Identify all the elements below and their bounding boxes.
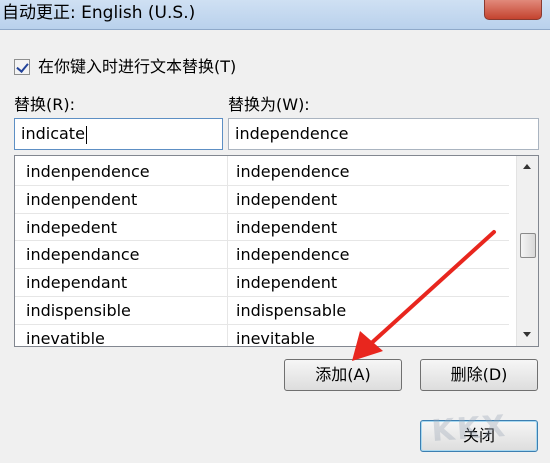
list-cell-replace: independance [26,245,140,265]
list-row[interactable]: indepedent independent [15,214,509,242]
delete-button[interactable]: 删除(D) [420,359,538,391]
replace-input[interactable]: indicate [14,118,223,150]
scroll-down-arrow-icon[interactable] [517,325,538,345]
list-cell-with: independence [236,245,350,265]
text-cursor [85,125,87,144]
replace-input-value: indicate [21,124,85,143]
window-title: 自动更正: English (U.S.) [2,3,196,23]
watermark-logo: KKX [430,408,509,450]
title-bar: 自动更正: English (U.S.) [0,0,550,30]
list-row[interactable]: indispensible indispensable [15,297,509,325]
add-button[interactable]: 添加(A) [284,359,402,391]
scroll-up-arrow-icon[interactable] [517,157,538,177]
with-input[interactable]: independence [228,118,539,150]
scrollbar-thumb[interactable] [520,233,536,258]
list-cell-replace: indenpendence [26,162,150,181]
with-input-value: independence [235,124,349,143]
list-cell-with: independent [236,273,338,293]
list-cell-with: independent [236,217,338,237]
list-cell-with: independence [236,162,350,181]
list-row[interactable]: independant independent [15,269,509,297]
vertical-scrollbar[interactable] [516,156,538,346]
list-cell-with: independent [236,189,338,209]
list-cell-replace: independant [26,273,128,293]
replace-as-you-type-checkbox[interactable] [14,59,30,75]
list-cell-replace: indenpendent [26,189,138,209]
replace-label: 替换(R): [14,95,75,114]
with-label: 替换为(W): [228,95,310,114]
window-close-button[interactable] [484,0,542,20]
list-row[interactable]: independance independence [15,241,509,270]
list-cell-replace: inevatible [26,328,105,347]
replace-as-you-type-label: 在你键入时进行文本替换(T) [38,57,237,76]
list-row[interactable]: inevatible inevitable [15,325,509,347]
list-rows: indenpendence independence indenpendent ind… [15,158,509,347]
list-row[interactable]: indenpendence independence [15,158,509,186]
list-row[interactable]: indenpendent independent [15,186,509,214]
list-cell-replace: indepedent [26,217,117,237]
autocorrect-list[interactable]: indenpendence independence indenpendent ind… [14,155,539,347]
list-cell-replace: indispensible [26,300,131,320]
list-cell-with: inevitable [236,328,315,347]
list-cell-with: indispensable [236,300,347,320]
